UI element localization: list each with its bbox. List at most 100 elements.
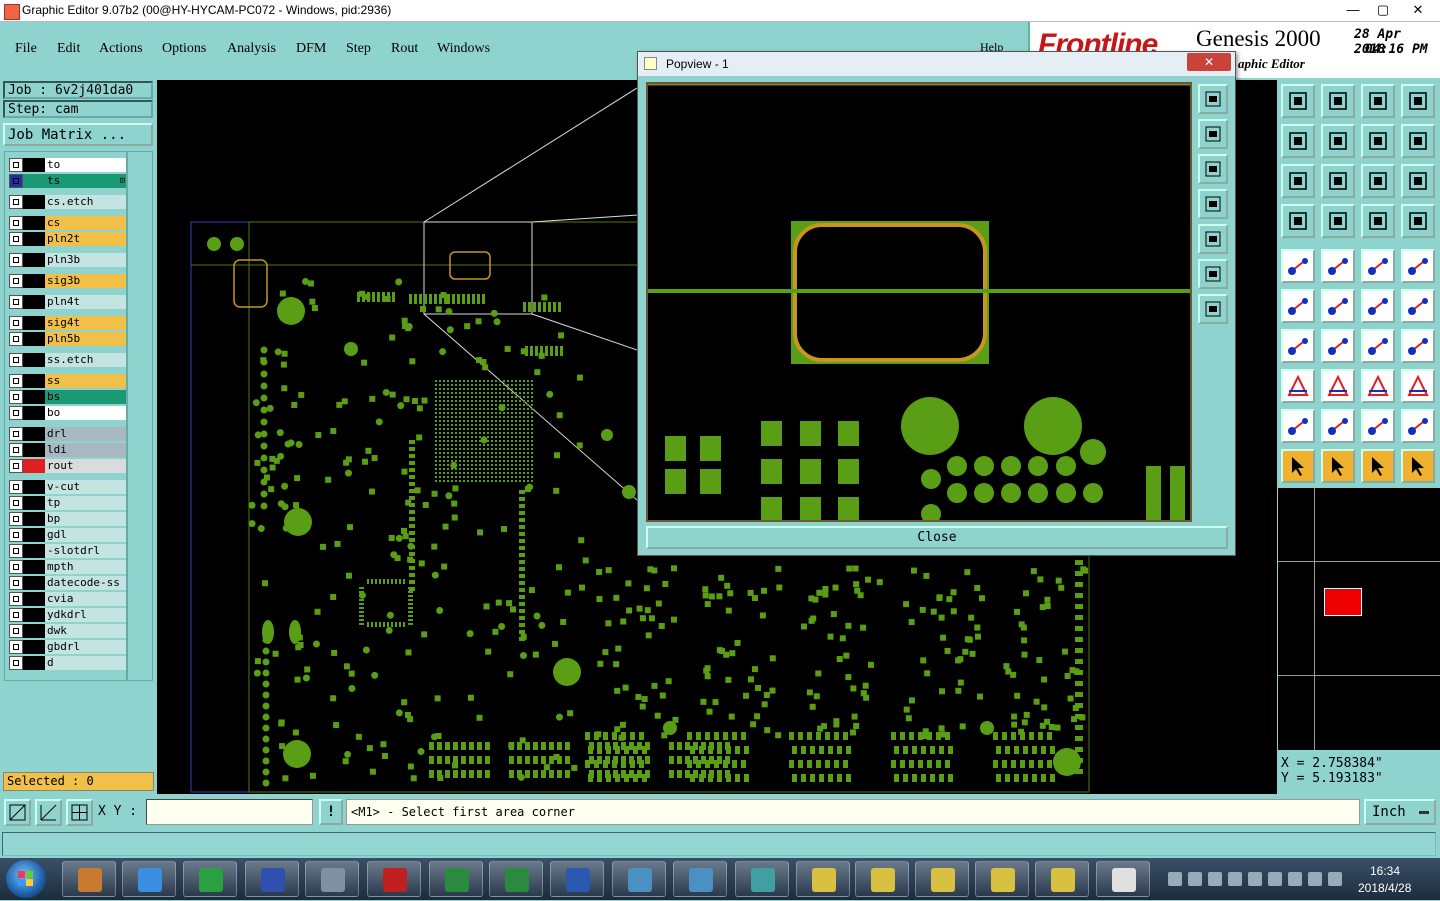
layer-row-pln2t[interactable]: pln2t xyxy=(9,232,126,246)
peak-icon[interactable] xyxy=(1361,409,1395,443)
popview-close-x[interactable]: ✕ xyxy=(1187,53,1231,71)
layer-color-swatch[interactable] xyxy=(23,528,45,542)
layer-color-swatch[interactable] xyxy=(23,158,45,172)
layer-row-d[interactable]: d xyxy=(9,656,126,670)
layer-checkbox[interactable] xyxy=(9,406,23,420)
snap-icon[interactable] xyxy=(1281,249,1315,283)
tray-icon[interactable] xyxy=(1288,872,1302,886)
expand-icon[interactable] xyxy=(1198,259,1228,289)
layer-color-swatch[interactable] xyxy=(23,374,45,388)
layer-checkbox[interactable] xyxy=(9,560,23,574)
layer-color-swatch[interactable] xyxy=(23,480,45,494)
layer-name[interactable]: ss.etch xyxy=(45,353,126,367)
layer-name[interactable]: to xyxy=(45,158,126,172)
layer-checkbox[interactable] xyxy=(9,443,23,457)
minimize-button[interactable]: — xyxy=(1338,0,1368,20)
layer-color-swatch[interactable] xyxy=(23,253,45,267)
layer-checkbox[interactable] xyxy=(9,459,23,473)
excel-app-icon[interactable] xyxy=(429,861,483,897)
split-icon[interactable] xyxy=(1321,369,1355,403)
layer-name[interactable]: cs.etch xyxy=(45,195,126,209)
popview-canvas[interactable] xyxy=(646,82,1192,522)
flip-icon[interactable] xyxy=(1401,124,1435,158)
fit-screen-icon[interactable] xyxy=(1281,164,1315,198)
move-right-icon[interactable] xyxy=(1321,124,1355,158)
layer-row-mpth[interactable]: mpth xyxy=(9,560,126,574)
delta-icon[interactable] xyxy=(1321,409,1355,443)
menu-dfm[interactable]: DFM xyxy=(296,41,326,57)
layer-name[interactable]: pln3b xyxy=(45,253,126,267)
close-window-button[interactable]: ✕ xyxy=(1398,0,1438,20)
move-left-icon[interactable] xyxy=(1281,124,1315,158)
layer-row--slotdrl[interactable]: -slotdrl xyxy=(9,544,126,558)
layer-name[interactable]: dwk xyxy=(45,624,126,638)
layer-name[interactable]: -slotdrl xyxy=(45,544,126,558)
pointer-icon[interactable] xyxy=(1281,449,1315,483)
layer-name[interactable]: bp xyxy=(45,512,126,526)
ruler-icon[interactable] xyxy=(1361,249,1395,283)
triangle-icon[interactable] xyxy=(1281,409,1315,443)
overview-viewport[interactable] xyxy=(1324,588,1362,616)
photo-app-icon[interactable] xyxy=(673,861,727,897)
layer-row-datecode-ss[interactable]: datecode-ss xyxy=(9,576,126,590)
layer-name[interactable]: ldi xyxy=(45,443,126,457)
layer-row-gbdrl[interactable]: gbdrl xyxy=(9,640,126,654)
layer-color-swatch[interactable] xyxy=(23,656,45,670)
layer-row-to[interactable]: to xyxy=(9,158,126,172)
layer-name[interactable]: gdl xyxy=(45,528,126,542)
home-icon[interactable] xyxy=(1281,84,1315,118)
rotate-icon[interactable] xyxy=(1361,329,1395,363)
layer-color-swatch[interactable] xyxy=(23,406,45,420)
layer-row-bp[interactable]: bp xyxy=(9,512,126,526)
tray-icon[interactable] xyxy=(1228,872,1242,886)
layer-row-pln4t[interactable]: pln4t xyxy=(9,295,126,309)
zoom-out-icon[interactable] xyxy=(1198,154,1228,184)
layer-checkbox[interactable] xyxy=(9,640,23,654)
layer-checkbox[interactable] xyxy=(9,656,23,670)
layer-name[interactable]: gbdrl xyxy=(45,640,126,654)
layer-color-swatch[interactable] xyxy=(23,332,45,346)
layer-color-swatch[interactable] xyxy=(23,274,45,288)
layer-name[interactable]: rout xyxy=(45,459,126,473)
layer-name[interactable]: ydkdrl xyxy=(45,608,126,622)
draw-icon[interactable] xyxy=(1321,329,1355,363)
layer-row-drl[interactable]: drl xyxy=(9,427,126,441)
layer-checkbox[interactable] xyxy=(9,480,23,494)
layer-row-bo[interactable]: bo xyxy=(9,406,126,420)
layer-color-swatch[interactable] xyxy=(23,216,45,230)
start-button[interactable] xyxy=(6,860,46,898)
scale-icon[interactable] xyxy=(1361,164,1395,198)
editor-window-5[interactable] xyxy=(1035,861,1089,897)
ie-browser-icon[interactable] xyxy=(122,861,176,897)
layer-color-swatch[interactable] xyxy=(23,496,45,510)
layer-row-ts[interactable]: ts ⊡ xyxy=(9,174,126,188)
tray-icon[interactable] xyxy=(1188,872,1202,886)
layer-color-swatch[interactable] xyxy=(23,459,45,473)
shell-app-icon[interactable] xyxy=(62,861,116,897)
angle-icon[interactable] xyxy=(1281,329,1315,363)
image-viewer-icon[interactable] xyxy=(612,861,666,897)
node-icon[interactable] xyxy=(1281,369,1315,403)
save-app-icon[interactable] xyxy=(245,861,299,897)
popview-zoom-view[interactable] xyxy=(648,84,1192,522)
layer-row-gdl[interactable]: gdl xyxy=(9,528,126,542)
layer-color-swatch[interactable] xyxy=(23,390,45,404)
fit-icon[interactable] xyxy=(1198,84,1228,114)
layer-name[interactable]: cs xyxy=(45,216,126,230)
arc-icon[interactable] xyxy=(1401,289,1435,323)
excel-app-icon-2[interactable] xyxy=(489,861,543,897)
layer-name[interactable]: v-cut xyxy=(45,480,126,494)
layer-color-swatch[interactable] xyxy=(23,560,45,574)
layer-row-rout[interactable]: rout xyxy=(9,459,126,473)
tray-icon[interactable] xyxy=(1248,872,1262,886)
color-icon[interactable] xyxy=(1321,249,1355,283)
layer-checkbox[interactable] xyxy=(9,174,23,188)
layer-color-swatch[interactable] xyxy=(23,195,45,209)
layer-name[interactable]: tp xyxy=(45,496,126,510)
grid-snap-icon[interactable] xyxy=(66,799,93,826)
layer-color-swatch[interactable] xyxy=(23,512,45,526)
layer-name[interactable]: datecode-ss xyxy=(45,576,126,590)
settings-icon[interactable] xyxy=(1281,204,1315,238)
layer-color-swatch[interactable] xyxy=(23,295,45,309)
tray-icon[interactable] xyxy=(1208,872,1222,886)
